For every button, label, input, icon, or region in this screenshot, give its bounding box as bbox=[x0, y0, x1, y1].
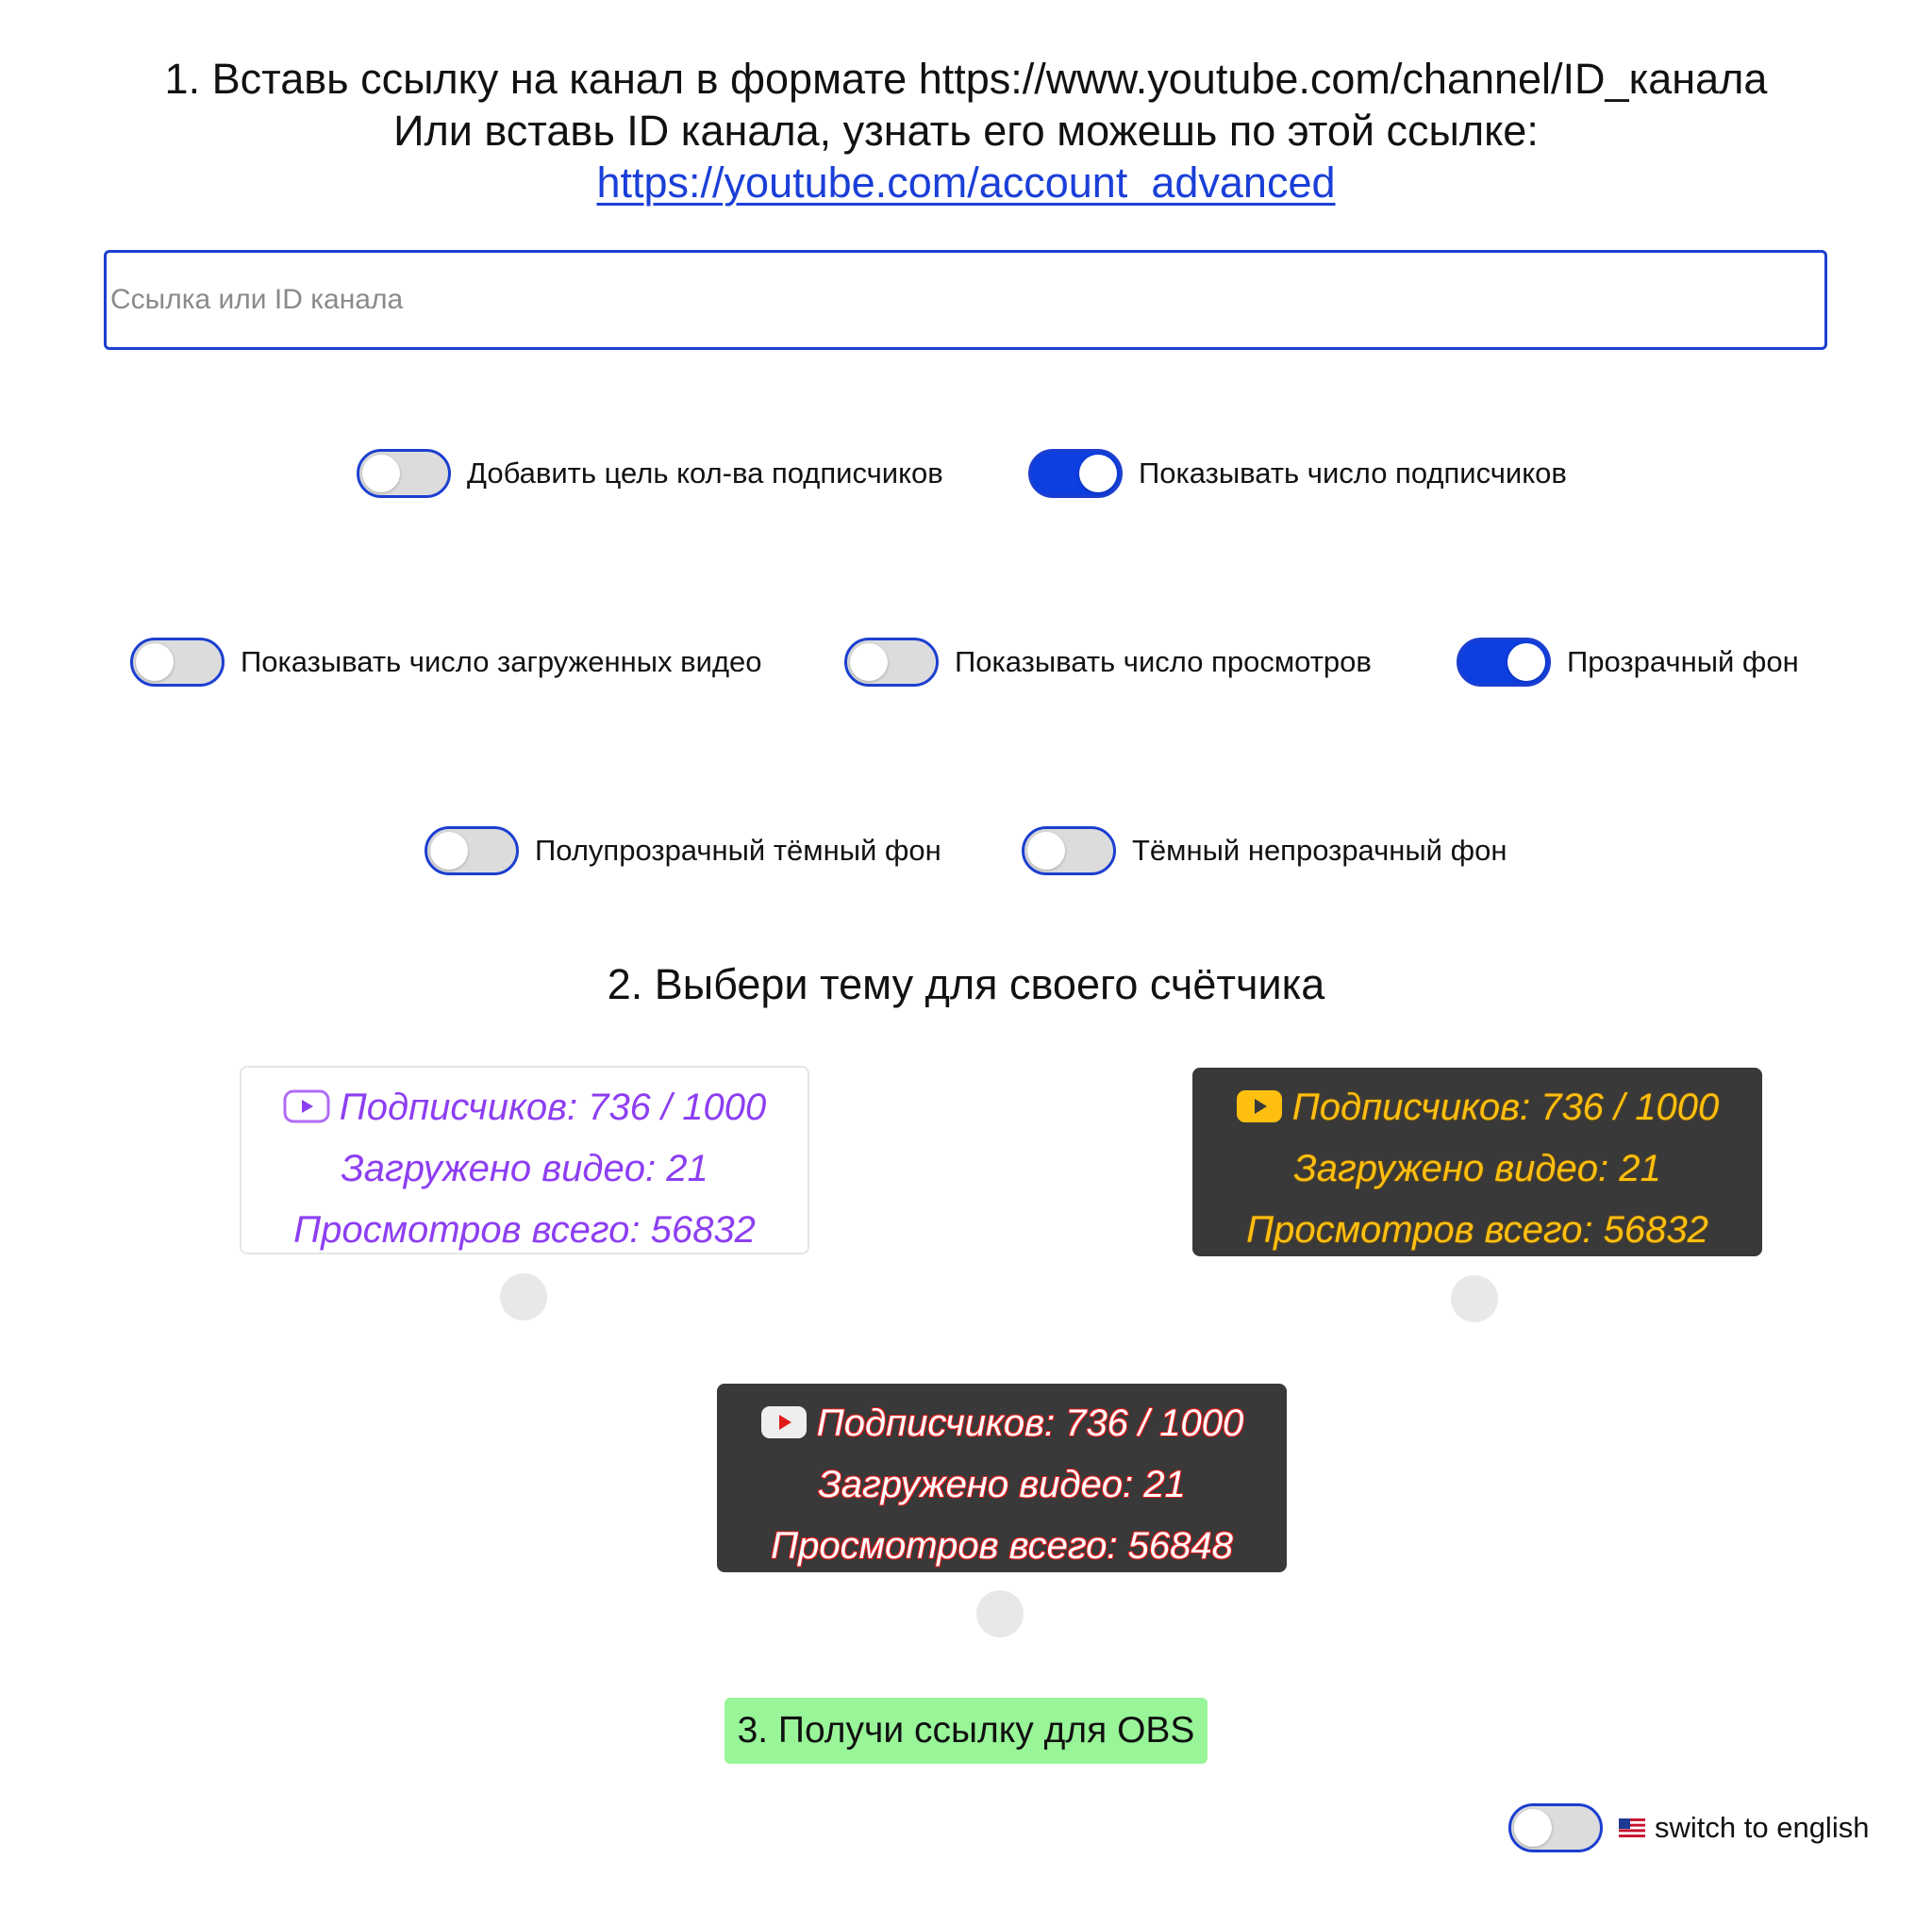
theme-card-red[interactable]: Подписчиков: 736 / 1000 Загружено видео:… bbox=[717, 1384, 1287, 1572]
semi-dark-bg-switch[interactable] bbox=[425, 826, 519, 875]
step1-instruction: 1. Вставь ссылку на канал в формате http… bbox=[164, 55, 1768, 103]
switch-knob bbox=[136, 643, 174, 681]
switch-knob bbox=[1514, 1809, 1552, 1847]
step2-title: 2. Выбери тему для своего счётчика bbox=[607, 960, 1325, 1008]
toggle-semi-dark-bg[interactable]: Полупрозрачный тёмный фон bbox=[425, 826, 941, 875]
us-flag-icon bbox=[1619, 1818, 1645, 1837]
theme-subscribers-line: Подписчиков: 736 / 1000 bbox=[242, 1077, 808, 1138]
toggle-label: Полупрозрачный тёмный фон bbox=[535, 834, 941, 867]
switch-knob bbox=[1507, 643, 1545, 681]
switch-knob bbox=[1079, 455, 1117, 492]
language-toggle[interactable]: switch to english bbox=[1508, 1803, 1869, 1852]
toggle-label: Показывать число загруженных видео bbox=[241, 645, 762, 678]
theme-subscribers-line: Подписчиков: 736 / 1000 bbox=[1192, 1077, 1762, 1138]
toggle-show-videos[interactable]: Показывать число загруженных видео bbox=[130, 638, 762, 687]
dark-opaque-bg-switch[interactable] bbox=[1022, 826, 1116, 875]
language-label: switch to english bbox=[1655, 1811, 1870, 1844]
show-views-switch[interactable] bbox=[844, 638, 939, 687]
theme-card-purple[interactable]: Подписчиков: 736 / 1000 Загружено видео:… bbox=[240, 1066, 809, 1254]
account-advanced-link-wrap: https://youtube.com/account_advanced bbox=[0, 157, 1932, 209]
youtube-red-icon bbox=[760, 1406, 807, 1438]
theme-views-line: Просмотров всего: 56832 bbox=[293, 1209, 756, 1251]
toggle-show-subscribers[interactable]: Показывать число подписчиков bbox=[1028, 449, 1567, 498]
switch-knob bbox=[362, 455, 400, 492]
youtube-gold-icon bbox=[1236, 1090, 1282, 1122]
transparent-bg-switch[interactable] bbox=[1457, 638, 1551, 687]
show-videos-switch[interactable] bbox=[130, 638, 225, 687]
toggle-label: Добавить цель кол-ва подписчиков bbox=[467, 456, 943, 490]
toggle-label: Показывать число просмотров bbox=[955, 645, 1372, 678]
subscriber-goal-switch[interactable] bbox=[357, 449, 451, 498]
get-obs-link-button[interactable]: 3. Получи ссылку для OBS bbox=[724, 1698, 1208, 1764]
theme-videos-line: Загружено видео: 21 bbox=[818, 1464, 1186, 1505]
theme-subscribers-text: Подписчиков: 736 / 1000 bbox=[1291, 1087, 1720, 1128]
theme-videos-line: Загружено видео: 21 bbox=[341, 1148, 708, 1189]
theme-subscribers-line: Подписчиков: 736 / 1000 bbox=[717, 1393, 1287, 1454]
toggle-dark-opaque-bg[interactable]: Тёмный непрозрачный фон bbox=[1022, 826, 1507, 875]
toggle-subscriber-goal[interactable]: Добавить цель кол-ва подписчиков bbox=[357, 449, 943, 498]
theme-subscribers-text: Подписчиков: 736 / 1000 bbox=[816, 1403, 1244, 1444]
toggle-show-views[interactable]: Показывать число просмотров bbox=[844, 638, 1372, 687]
theme-card-gold[interactable]: Подписчиков: 736 / 1000 Загружено видео:… bbox=[1192, 1068, 1762, 1256]
theme-videos-line: Загружено видео: 21 bbox=[1293, 1148, 1661, 1189]
toggle-transparent-bg[interactable]: Прозрачный фон bbox=[1457, 638, 1799, 687]
switch-knob bbox=[850, 643, 888, 681]
theme-views-line: Просмотров всего: 56832 bbox=[1246, 1209, 1708, 1251]
channel-input[interactable] bbox=[104, 250, 1827, 350]
theme-subscribers-text: Подписчиков: 736 / 1000 bbox=[339, 1087, 767, 1128]
toggle-label: Тёмный непрозрачный фон bbox=[1132, 834, 1507, 867]
theme-views-line: Просмотров всего: 56848 bbox=[771, 1525, 1233, 1567]
account-advanced-link[interactable]: https://youtube.com/account_advanced bbox=[596, 158, 1335, 207]
show-subscribers-switch[interactable] bbox=[1028, 449, 1123, 498]
step1-id-hint: Или вставь ID канала, узнать его можешь … bbox=[393, 107, 1539, 155]
switch-knob bbox=[430, 832, 468, 870]
toggle-label: Прозрачный фон bbox=[1567, 645, 1799, 678]
theme-radio-red[interactable] bbox=[976, 1590, 1024, 1637]
youtube-outline-icon bbox=[283, 1089, 330, 1123]
theme-radio-gold[interactable] bbox=[1451, 1275, 1498, 1322]
theme-radio-purple[interactable] bbox=[500, 1273, 547, 1320]
switch-knob bbox=[1027, 832, 1065, 870]
toggle-label: Показывать число подписчиков bbox=[1139, 456, 1567, 490]
language-switch[interactable] bbox=[1508, 1803, 1603, 1852]
